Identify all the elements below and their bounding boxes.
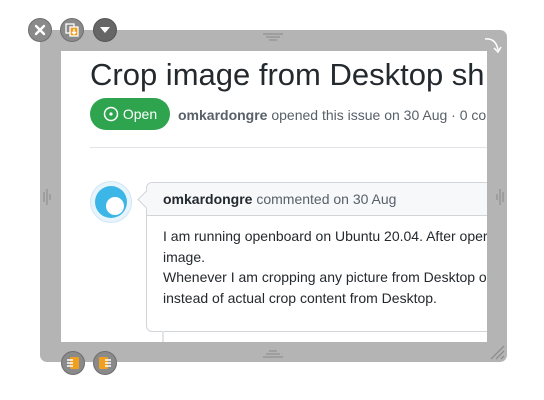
comment-meta: commented on 30 Aug (256, 191, 397, 207)
top-drag-handle[interactable] (262, 32, 284, 42)
issue-meta: omkardongre opened this issue on 30 Aug … (178, 107, 486, 123)
right-drag-handle[interactable] (495, 186, 505, 208)
comment-body: I am running openboard on Ubuntu 20.04. … (147, 216, 487, 308)
comment-line: image. (163, 248, 206, 265)
avatar (90, 181, 132, 223)
status-label: Open (122, 106, 158, 122)
timeline-line (162, 331, 164, 342)
menu-button[interactable] (93, 18, 117, 42)
issue-title: Crop image from Desktop sh (90, 57, 485, 92)
comment-line: I am running openboard on Ubuntu 20.04. … (163, 228, 487, 244)
duplicate-icon (65, 23, 79, 37)
issue-meta-text: opened this issue on 30 Aug · 0 co (271, 107, 487, 123)
issue-open-icon (103, 106, 119, 122)
close-icon (34, 24, 46, 36)
issue-author: omkardongre (178, 107, 268, 123)
left-drag-handle[interactable] (42, 186, 52, 208)
resize-icon[interactable] (488, 343, 506, 361)
layer-down-button[interactable] (61, 351, 85, 375)
captured-webpage: Crop image from Desktop sh Open omkardon… (61, 51, 487, 342)
comment-line: Whenever I am cropping any picture from … (163, 269, 487, 285)
bottom-drag-handle[interactable] (262, 349, 284, 359)
layer-up-icon (99, 357, 111, 369)
layer-down-icon (67, 357, 79, 369)
comment-box: omkardongre commented on 30 Aug I am run… (137, 182, 487, 332)
status-badge: Open (90, 98, 170, 130)
comment-line: instead of actual crop content from Desk… (163, 289, 437, 306)
close-button[interactable] (28, 18, 52, 42)
comment-author: omkardongre (163, 191, 253, 207)
duplicate-button[interactable] (60, 18, 84, 42)
comment-header: omkardongre commented on 30 Aug (147, 183, 487, 216)
layer-up-button[interactable] (93, 351, 117, 375)
divider (90, 147, 487, 148)
chevron-down-icon (100, 27, 110, 33)
